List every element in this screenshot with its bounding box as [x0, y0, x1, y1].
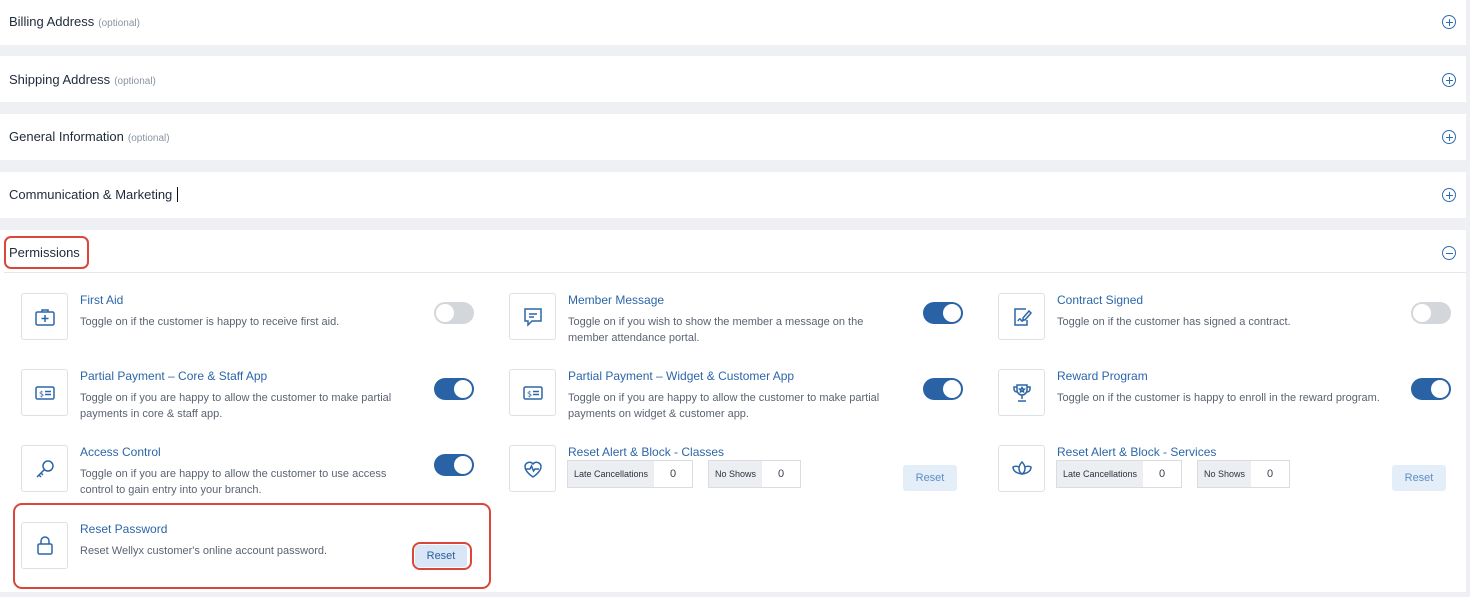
late-cancellations-field: Late Cancellations 0	[1056, 460, 1183, 488]
partial-core-toggle[interactable]	[434, 378, 474, 400]
permission-reset-services: Reset Alert & Block - Services Late Canc…	[998, 445, 1453, 495]
permission-partial-core: $ Partial Payment – Core & Staff App Tog…	[21, 369, 476, 420]
communication-marketing-section[interactable]: Communication & Marketing	[0, 172, 1466, 218]
expand-plus-icon[interactable]	[1442, 188, 1456, 202]
permission-title: Reset Alert & Block - Services	[1057, 445, 1217, 459]
reset-classes-button[interactable]: Reset	[903, 465, 957, 491]
collapse-minus-icon[interactable]	[1442, 246, 1456, 260]
no-shows-field: No Shows 0	[708, 460, 802, 488]
no-shows-field: No Shows 0	[1197, 460, 1291, 488]
expand-plus-icon[interactable]	[1442, 130, 1456, 144]
permission-description: Toggle on if the customer is happy to re…	[80, 316, 340, 328]
general-information-section[interactable]: General Information (optional)	[0, 114, 1466, 160]
permission-reward-program: Reward Program Toggle on if the customer…	[998, 369, 1453, 419]
late-cancellations-label: Late Cancellations	[568, 461, 655, 487]
divider	[4, 272, 1466, 273]
section-title: Communication & Marketing	[9, 187, 173, 202]
permission-description: Toggle on if you are happy to allow the …	[80, 392, 392, 420]
permission-description: Toggle on if you are happy to allow the …	[80, 468, 387, 496]
shipping-address-section[interactable]: Shipping Address (optional)	[0, 56, 1466, 102]
no-shows-value: 0	[1266, 468, 1274, 480]
trophy-icon	[998, 369, 1045, 416]
first-aid-toggle[interactable]	[434, 302, 474, 324]
communication-marketing-header: Communication & Marketing	[9, 187, 179, 202]
permission-title: Partial Payment – Core & Staff App	[80, 369, 268, 383]
late-cancellations-label: Late Cancellations	[1057, 461, 1144, 487]
optional-label: (optional)	[127, 133, 170, 144]
chat-icon	[509, 293, 556, 340]
permission-title: Contract Signed	[1057, 293, 1144, 307]
late-cancellations-value: 0	[1159, 468, 1166, 480]
permission-partial-widget: $ Partial Payment – Widget & Customer Ap…	[509, 369, 964, 420]
optional-label: (optional)	[114, 76, 156, 87]
no-shows-label: No Shows	[709, 461, 763, 487]
permission-access-control: Access Control Toggle on if you are happ…	[21, 445, 476, 496]
permission-reset-classes: Reset Alert & Block - Classes Late Cance…	[509, 445, 964, 495]
reset-services-button[interactable]: Reset	[1392, 465, 1446, 491]
optional-label: (optional)	[98, 18, 140, 29]
first-aid-icon	[21, 293, 68, 340]
no-shows-value: 0	[777, 468, 785, 480]
shipping-address-header: Shipping Address (optional)	[9, 72, 156, 87]
section-title: Shipping Address	[9, 72, 111, 87]
permission-description: Toggle on if the customer is happy to en…	[1057, 392, 1380, 404]
permission-title: Reset Alert & Block - Classes	[568, 445, 725, 459]
permission-title: Reward Program	[1057, 369, 1148, 383]
billing-address-header: Billing Address (optional)	[9, 14, 140, 29]
permission-contract-signed: Contract Signed Toggle on if the custome…	[998, 293, 1453, 343]
permissions-header[interactable]: Permissions	[9, 245, 80, 260]
expand-plus-icon[interactable]	[1442, 73, 1456, 87]
dollar-card-icon: $	[509, 369, 556, 416]
no-shows-label: No Shows	[1198, 461, 1252, 487]
access-control-toggle[interactable]	[434, 454, 474, 476]
svg-text:$: $	[527, 389, 532, 398]
permission-title: Partial Payment – Widget & Customer App	[568, 369, 795, 383]
permission-first-aid: First Aid Toggle on if the customer is h…	[21, 293, 476, 343]
section-title: Billing Address	[9, 14, 95, 29]
partial-widget-toggle[interactable]	[923, 378, 963, 400]
text-caret	[177, 187, 179, 202]
permission-title: First Aid	[80, 293, 124, 307]
permission-description: Toggle on if you wish to show the member…	[568, 316, 864, 344]
general-information-header: General Information (optional)	[9, 129, 170, 144]
lotus-icon	[998, 445, 1045, 492]
permission-title: Member Message	[568, 293, 665, 307]
billing-address-section[interactable]: Billing Address (optional)	[0, 0, 1466, 45]
dollar-card-icon: $	[21, 369, 68, 416]
permission-member-message: Member Message Toggle on if you wish to …	[509, 293, 964, 344]
late-cancellations-field: Late Cancellations 0	[567, 460, 694, 488]
member-message-toggle[interactable]	[923, 302, 963, 324]
expand-plus-icon[interactable]	[1442, 15, 1456, 29]
contract-signed-toggle[interactable]	[1411, 302, 1451, 324]
svg-text:$: $	[39, 389, 44, 398]
reset-button-highlight	[412, 542, 472, 570]
permission-description: Toggle on if the customer has signed a c…	[1057, 316, 1291, 328]
permission-title: Access Control	[80, 445, 161, 459]
section-title: Permissions	[9, 245, 80, 260]
key-icon	[21, 445, 68, 492]
late-cancellations-value: 0	[670, 468, 677, 480]
heartbeat-icon	[509, 445, 556, 492]
permission-description: Toggle on if you are happy to allow the …	[568, 392, 880, 420]
signature-icon	[998, 293, 1045, 340]
reward-program-toggle[interactable]	[1411, 378, 1451, 400]
section-title: General Information	[9, 129, 124, 144]
